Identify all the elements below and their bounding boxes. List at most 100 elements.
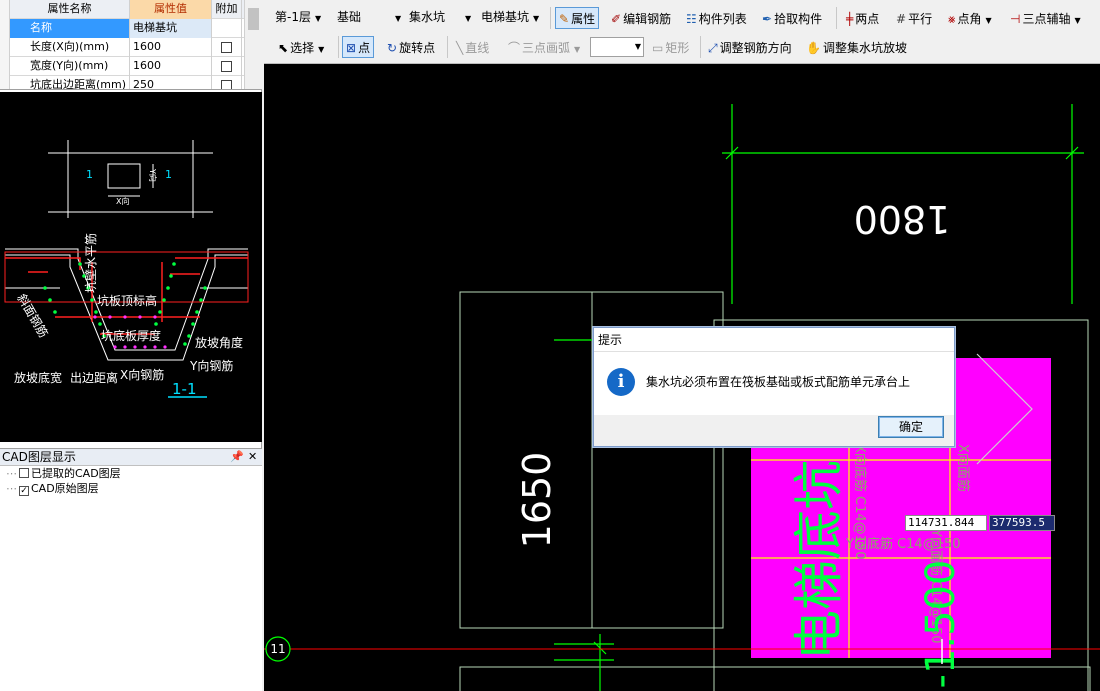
chevron-down-icon: ▼ (533, 14, 540, 23)
property-extra (212, 57, 242, 76)
label-wall-rebar: 坑壁水平筋 (83, 233, 98, 293)
layer-checkbox[interactable] (19, 468, 29, 478)
property-name: 长度(X向)(mm) (10, 38, 130, 57)
property-value[interactable]: 250 (130, 76, 212, 89)
pick-component-label: 拾取构件 (774, 12, 823, 26)
property-value[interactable]: 1600 (130, 57, 212, 76)
point-button[interactable]: ⊠ 点 (342, 36, 375, 58)
rotate-point-button[interactable]: ↻ 旋转点 (383, 36, 439, 58)
faded-label-x-top-rebar: X向面筋 (955, 444, 971, 492)
section-title: 1-1 (172, 380, 197, 398)
pin-icon[interactable]: 📌 (230, 449, 244, 465)
cad-layer-panel-header: CAD图层显示 📌 ✕ (0, 449, 262, 466)
layer-checkbox[interactable]: ✓ (19, 486, 29, 496)
two-points-button[interactable]: ╪ 两点 (842, 7, 883, 29)
type-dropdown[interactable]: 集水坑 ▼ (406, 8, 471, 28)
separator (550, 7, 551, 29)
aux-axis-icon: ⊣ (1010, 12, 1021, 26)
property-row-name[interactable]: 名称 电梯基坑 (0, 19, 262, 38)
separator (700, 36, 701, 58)
property-name: 坑底出边距离(mm) (10, 76, 130, 89)
rotate-point-label: 旋转点 (399, 41, 436, 55)
three-point-aux-label: 三点辅轴 (1022, 12, 1071, 26)
adjust-rebar-direction-button[interactable]: ⤢ 调整钢筋方向 (704, 36, 796, 58)
property-table: 属性名称 属性值 附加 名称 电梯基坑 长度(X向)(mm) 1600 宽度(Y… (0, 0, 262, 90)
tree-connector-icon: ⋯ (6, 467, 17, 480)
chevron-down-icon: ▼ (574, 45, 581, 54)
edit-rebar-button[interactable]: ✐ 编辑钢筋 (607, 7, 675, 29)
select-button[interactable]: ⬉ 选择 ▼ (274, 36, 328, 58)
separator (836, 7, 837, 29)
cursor-icon: ⬉ (278, 41, 289, 55)
toolbar-row-1: 第-1层 ▼ 基础 ▼ 集水坑 ▼ 电梯基坑 ▼ ✎ 属性 ✐ 编辑钢筋 ☷ 构件列表 ✒ 拾取… (264, 4, 1100, 34)
property-row-width[interactable]: 宽度(Y向)(mm) 1600 (0, 57, 262, 76)
arc-label: 三点画弧 (522, 41, 571, 55)
property-button[interactable]: ✎ 属性 (555, 7, 600, 29)
close-icon[interactable]: ✕ (248, 449, 257, 465)
plan-x-direction-label: X向 (116, 196, 129, 206)
separator (338, 36, 339, 58)
coord-x-input[interactable]: 114731.844 (905, 515, 987, 531)
extra-checkbox[interactable] (221, 80, 232, 89)
label-slope-width: 放坡底宽 (14, 370, 62, 385)
property-row-length[interactable]: 长度(X向)(mm) 1600 (0, 38, 262, 57)
arc-button[interactable]: ⌒ 三点画弧 ▼ (504, 36, 584, 58)
rect-label: 矩形 (665, 41, 690, 55)
component-list-button[interactable]: ☷ 构件列表 (682, 7, 751, 29)
pit-label: 电梯底坑 (790, 460, 848, 660)
row-handle (0, 38, 10, 57)
pit-elevation: -1.500 (918, 560, 964, 689)
category-value: 基础 (337, 10, 362, 24)
rect-icon: ▭ (652, 41, 664, 55)
property-name: 名称 (10, 19, 130, 38)
ok-button[interactable]: 确定 (878, 416, 944, 438)
three-point-aux-button[interactable]: ⊣ 三点辅轴 ▼ (1006, 7, 1085, 29)
label-bottom-thickness: 坑底板厚度 (101, 328, 161, 343)
label-edge-distance: 出边距离 (70, 370, 118, 385)
axis-label: 11 (270, 642, 285, 656)
dialog-message: 集水坑必须布置在筏板基础或板式配筋单元承台上 (646, 375, 911, 389)
layer-item-extracted[interactable]: ⋯ 已提取的CAD图层 (0, 466, 262, 481)
plan-y-direction-label: Y向 (148, 168, 158, 182)
extra-checkbox[interactable] (221, 42, 232, 53)
parallel-button[interactable]: # 平行 (892, 7, 936, 29)
category-dropdown[interactable]: 基础 ▼ (334, 8, 401, 28)
property-scrollbar[interactable] (244, 0, 262, 89)
pit-preview: X向 Y向 1 1 坑壁水平筋 坑板顶标高 坑底板厚度 放坡角度 Y向钢筋 放坡… (0, 92, 262, 442)
row-handle (0, 0, 10, 19)
section-marker-left: 1 (86, 168, 93, 181)
extra-checkbox[interactable] (221, 61, 232, 72)
adjust-rebar-direction-label: 调整钢筋方向 (719, 41, 792, 55)
chevron-down-icon: ▼ (985, 16, 992, 25)
layer-label: 已提取的CAD图层 (31, 467, 121, 480)
property-extra (212, 19, 242, 38)
rect-button[interactable]: ▭ 矩形 (648, 36, 693, 58)
component-dropdown[interactable]: 电梯基坑 ▼ (478, 8, 539, 28)
coord-y-input[interactable]: 377593.5 (989, 515, 1055, 531)
floor-dropdown[interactable]: 第-1层 ▼ (272, 8, 321, 28)
property-row-edge-distance[interactable]: 坑底出边距离(mm) 250 (0, 76, 262, 89)
property-value[interactable]: 1600 (130, 38, 212, 57)
adjust-pit-slope-button[interactable]: ✋ 调整集水坑放坡 (802, 36, 911, 58)
pick-component-button[interactable]: ✒ 拾取构件 (758, 7, 826, 29)
separator (447, 36, 448, 58)
header-value: 属性值 (130, 0, 212, 19)
line-button[interactable]: ╲ 直线 (452, 36, 493, 58)
toolbar: 第-1层 ▼ 基础 ▼ 集水坑 ▼ 电梯基坑 ▼ ✎ 属性 ✐ 编辑钢筋 ☷ 构件列表 ✒ 拾取… (264, 0, 1100, 64)
layer-item-original[interactable]: ⋯ ✓ CAD原始图层 (0, 481, 262, 496)
header-extra: 附加 (212, 0, 242, 19)
type-value: 集水坑 (409, 10, 446, 24)
arc-mode-combo[interactable]: ▼ (590, 37, 644, 57)
chevron-down-icon: ▼ (314, 14, 322, 23)
point-angle-button[interactable]: ⨳ 点角 ▼ (944, 7, 996, 29)
point-icon: ⊠ (346, 41, 357, 55)
label-slope-rebar: 斜面钢筋 (14, 291, 51, 340)
property-value[interactable]: 电梯基坑 (130, 19, 212, 38)
two-points-label: 两点 (855, 12, 880, 26)
scrollbar-thumb[interactable] (248, 8, 259, 30)
select-label: 选择 (290, 41, 315, 55)
chevron-down-icon: ▼ (465, 14, 472, 23)
row-handle (0, 76, 10, 89)
property-name: 宽度(Y向)(mm) (10, 57, 130, 76)
rotate-icon: ↻ (387, 41, 398, 55)
